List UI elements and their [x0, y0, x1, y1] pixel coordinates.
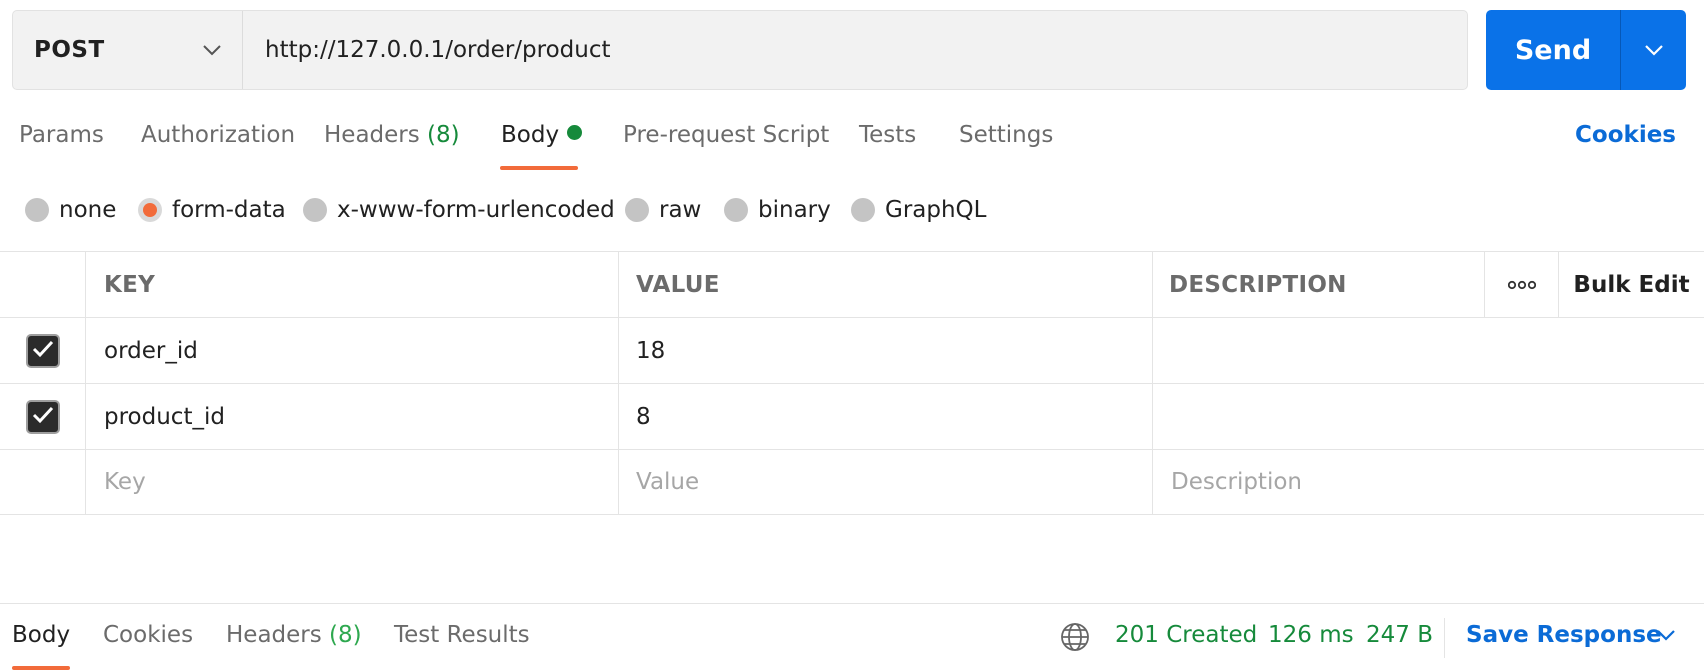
header-value-label: VALUE [636, 271, 720, 298]
response-tab-headers-count: (8) [329, 622, 362, 648]
key-cell[interactable]: order_id [85, 318, 618, 383]
tab-headers[interactable]: Headers (8) [324, 122, 460, 166]
key-text: order_id [104, 337, 198, 364]
chevron-down-icon[interactable] [1656, 626, 1676, 645]
request-bar: POST http://127.0.0.1/order/product [12, 10, 1468, 90]
key-placeholder: Key [104, 469, 146, 495]
value-text: 18 [636, 337, 666, 364]
header-value: VALUE [618, 252, 1152, 317]
response-tab-headers-label: Headers [226, 622, 322, 648]
description-cell[interactable] [1152, 318, 1704, 383]
send-dropdown-button[interactable] [1621, 10, 1686, 90]
radio-graphql[interactable]: GraphQL [851, 190, 986, 230]
row-checkbox-cell [0, 318, 85, 383]
tab-authorization[interactable]: Authorization [141, 122, 295, 166]
check-icon [32, 406, 54, 428]
url-text: http://127.0.0.1/order/product [265, 37, 611, 63]
chevron-down-icon [1644, 41, 1664, 60]
radio-circle [625, 198, 649, 222]
radio-label: binary [758, 197, 831, 223]
header-description-label: DESCRIPTION [1169, 271, 1347, 298]
radio-label: GraphQL [885, 197, 987, 223]
bulk-edit-label: Bulk Edit [1573, 271, 1690, 298]
status-code[interactable]: 201 Created [1115, 622, 1257, 648]
response-active-underline [12, 666, 70, 670]
response-bar: Body Cookies Headers (8) Test Results 20… [0, 604, 1704, 670]
header-description: DESCRIPTION [1152, 252, 1484, 317]
ellipsis-icon [1507, 275, 1536, 294]
cookies-link[interactable]: Cookies [1575, 122, 1676, 148]
value-cell[interactable]: 18 [618, 318, 1152, 383]
table-row: order_id 18 [0, 317, 1704, 383]
tab-params[interactable]: Params [19, 122, 104, 166]
radio-circle [25, 198, 49, 222]
send-button[interactable]: Send [1486, 10, 1620, 90]
tab-pre-request-script[interactable]: Pre-request Script [623, 122, 829, 166]
value-placeholder: Value [636, 469, 700, 495]
request-tabs: Params Authorization Headers (8) Body Pr… [0, 110, 1704, 170]
bulk-edit-button[interactable]: Bulk Edit [1558, 252, 1704, 317]
radio-form-data[interactable]: form-data [138, 190, 286, 230]
row-checkbox-cell [0, 384, 85, 449]
key-input[interactable]: Key [85, 450, 618, 514]
radio-circle [724, 198, 748, 222]
response-tab-body[interactable]: Body [12, 622, 70, 648]
radio-label: none [59, 197, 117, 223]
radio-label: form-data [172, 197, 286, 223]
active-tab-underline [500, 166, 578, 170]
key-text: product_id [104, 403, 225, 430]
radio-label: raw [659, 197, 702, 223]
radio-none[interactable]: none [25, 190, 116, 230]
radio-label: x-www-form-urlencoded [337, 197, 615, 223]
radio-circle [851, 198, 875, 222]
row-checkbox-cell [0, 450, 85, 514]
response-tab-cookies[interactable]: Cookies [103, 622, 193, 648]
send-button-group: Send [1486, 10, 1686, 90]
response-separator [1444, 618, 1445, 658]
response-tab-headers[interactable]: Headers (8) [226, 622, 362, 648]
tab-body-label: Body [501, 122, 560, 148]
radio-x-www-form-urlencoded[interactable]: x-www-form-urlencoded [303, 190, 615, 230]
check-icon [32, 340, 54, 362]
method-label: POST [34, 37, 105, 63]
more-options-button[interactable] [1484, 252, 1558, 317]
body-type-options: none form-data x-www-form-urlencoded raw… [0, 190, 1704, 230]
table-row-new: Key Value Description [0, 449, 1704, 515]
value-input[interactable]: Value [618, 450, 1152, 514]
radio-binary[interactable]: binary [724, 190, 831, 230]
row-checkbox[interactable] [25, 399, 60, 434]
globe-icon[interactable] [1060, 622, 1090, 656]
value-text: 8 [636, 403, 651, 430]
description-input[interactable]: Description [1152, 450, 1704, 514]
tab-headers-count: (8) [427, 122, 460, 148]
value-cell[interactable]: 8 [618, 384, 1152, 449]
url-input[interactable]: http://127.0.0.1/order/product [243, 11, 1467, 89]
tab-headers-label: Headers [324, 122, 420, 148]
header-key: KEY [85, 252, 618, 317]
table-header-row: KEY VALUE DESCRIPTION Bulk Edit [0, 251, 1704, 317]
key-cell[interactable]: product_id [85, 384, 618, 449]
radio-raw[interactable]: raw [625, 190, 701, 230]
tab-settings[interactable]: Settings [959, 122, 1053, 166]
description-placeholder: Description [1171, 469, 1302, 495]
response-size[interactable]: 247 B [1366, 622, 1433, 648]
radio-circle [303, 198, 327, 222]
header-checkbox-cell [0, 252, 85, 317]
method-select[interactable]: POST [13, 11, 243, 89]
header-key-label: KEY [104, 271, 156, 298]
response-tab-test-results[interactable]: Test Results [394, 622, 530, 648]
tab-body[interactable]: Body [501, 122, 583, 166]
save-response-button[interactable]: Save Response [1466, 622, 1662, 648]
tab-tests[interactable]: Tests [859, 122, 916, 166]
radio-circle-selected [138, 198, 162, 222]
body-indicator-dot [567, 125, 583, 140]
table-row: product_id 8 [0, 383, 1704, 449]
description-cell[interactable] [1152, 384, 1704, 449]
response-time[interactable]: 126 ms [1268, 622, 1354, 648]
form-data-table: KEY VALUE DESCRIPTION Bulk Edit order_id… [0, 251, 1704, 515]
row-checkbox[interactable] [25, 333, 60, 368]
chevron-down-icon [202, 41, 222, 60]
